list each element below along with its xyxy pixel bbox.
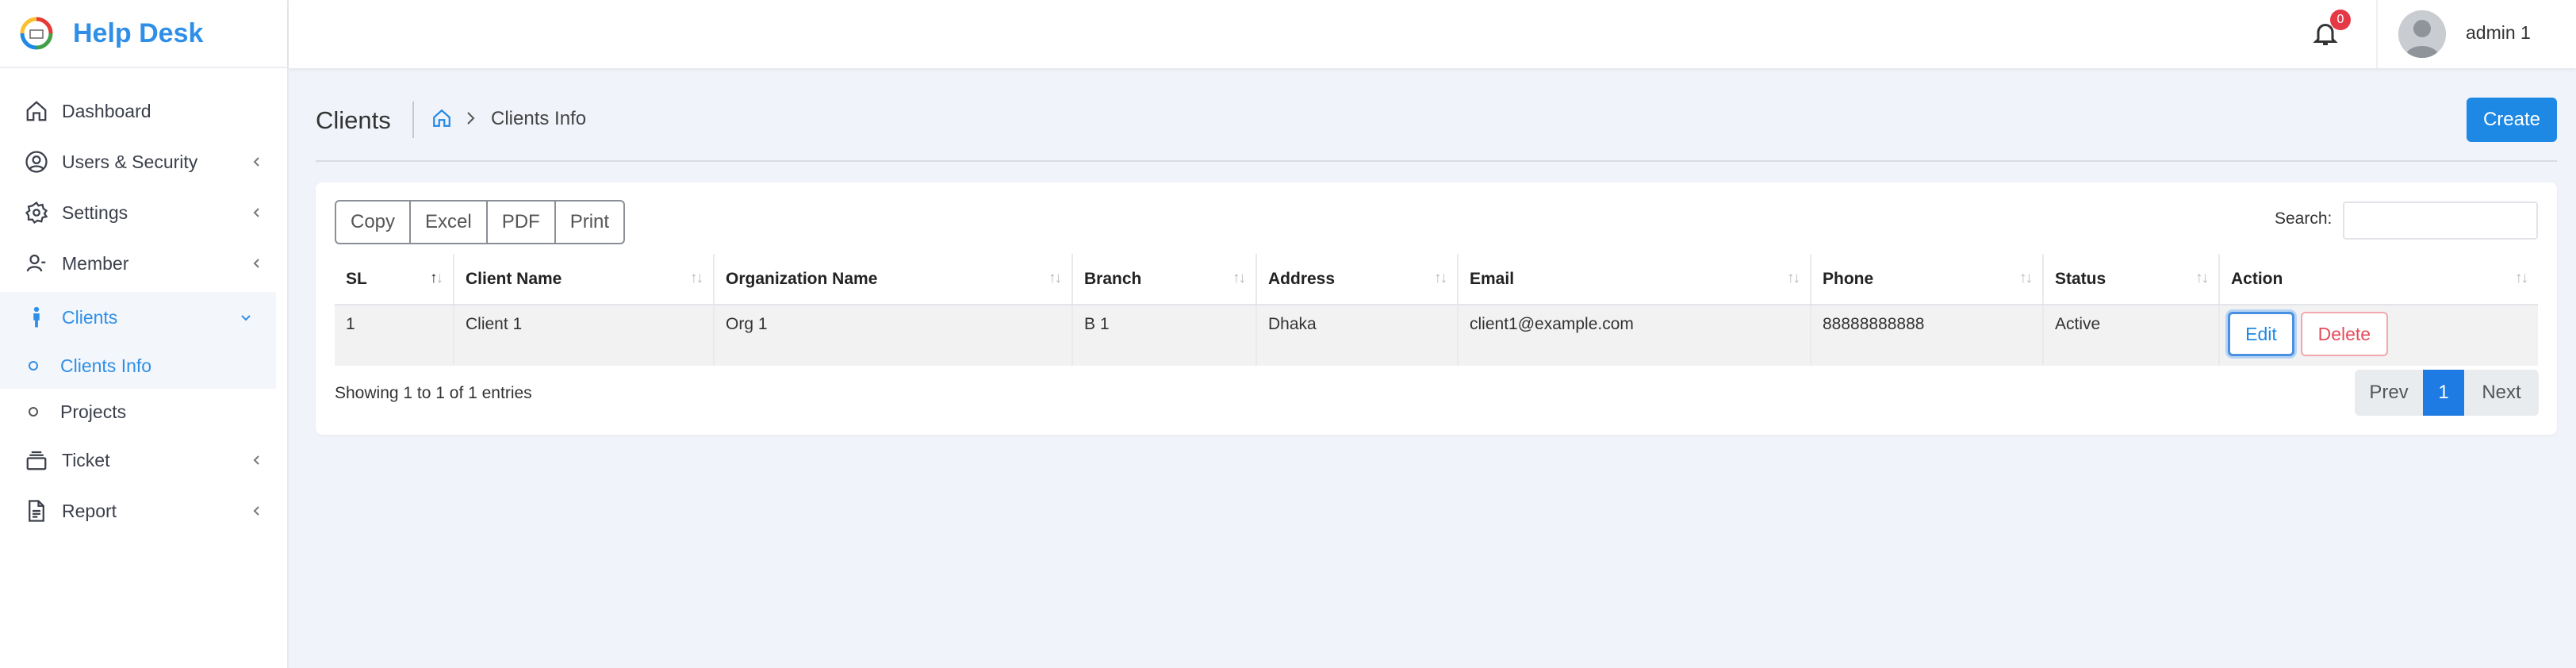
sidebar-nav: Dashboard Users & Security Settings Memb… xyxy=(0,68,287,536)
sidebar-item-clients[interactable]: Clients xyxy=(0,292,276,343)
pdf-button[interactable]: PDF xyxy=(485,200,556,244)
breadcrumb-current: Clients Info xyxy=(491,108,587,129)
cell-address: Dhaka xyxy=(1256,305,1459,366)
column-header-phone[interactable]: Phone ↑↓ xyxy=(1811,254,2044,305)
table-header-row: SL ↑↓ Client Name ↑↓ Organization Name ↑↓ B… xyxy=(335,254,2538,305)
divider xyxy=(2376,0,2378,68)
sort-icon: ↑↓ xyxy=(2019,270,2033,286)
sidebar-item-member[interactable]: Member xyxy=(0,238,287,289)
column-header-address[interactable]: Address ↑↓ xyxy=(1256,254,1459,305)
table-row: 1 Client 1 Org 1 B 1 Dhaka client1@examp… xyxy=(335,305,2538,366)
cell-organization: Org 1 xyxy=(714,305,1073,366)
search-label: Search: xyxy=(2275,209,2333,228)
person-standing-icon xyxy=(24,305,49,330)
sidebar-item-label: Member xyxy=(62,252,129,274)
sidebar-subitem-projects[interactable]: Projects xyxy=(0,389,287,435)
column-header-email[interactable]: Email ↑↓ xyxy=(1458,254,1811,305)
cell-email: client1@example.com xyxy=(1458,305,1811,366)
sidebar-subitem-label: Projects xyxy=(60,401,127,422)
cell-action: Edit Delete xyxy=(2219,305,2538,366)
sidebar-item-label: Ticket xyxy=(62,449,110,470)
chevron-left-icon xyxy=(253,259,259,268)
copy-button[interactable]: Copy xyxy=(335,200,412,244)
sidebar-item-label: Report xyxy=(62,500,117,521)
sort-icon: ↑↓ xyxy=(1787,270,1800,286)
sort-icon: ↑↓ xyxy=(1434,270,1447,286)
column-header-sl[interactable]: SL ↑↓ xyxy=(335,254,454,305)
chevron-left-icon xyxy=(253,157,259,167)
divider xyxy=(316,160,2557,162)
sidebar-subitem-label: Clients Info xyxy=(60,355,152,376)
person-icon xyxy=(24,251,49,276)
print-button[interactable]: Print xyxy=(554,200,626,244)
pagination: Prev 1 Next xyxy=(2355,370,2539,416)
sort-icon: ↑↓ xyxy=(1232,270,1246,286)
sidebar: Help Desk Dashboard Users & Security Set… xyxy=(0,0,289,668)
brand[interactable]: Help Desk xyxy=(0,0,287,68)
excel-button[interactable]: Excel xyxy=(409,200,488,244)
chevron-left-icon xyxy=(253,506,259,516)
home-icon[interactable] xyxy=(431,108,452,129)
clients-table: SL ↑↓ Client Name ↑↓ Organization Name ↑↓ B… xyxy=(335,254,2538,366)
sidebar-item-settings[interactable]: Settings xyxy=(0,187,287,238)
chevron-left-icon xyxy=(253,455,259,465)
export-buttons: Copy Excel PDF Print xyxy=(335,200,626,244)
sort-icon: ↑↓ xyxy=(2195,270,2209,286)
helpdesk-logo xyxy=(20,17,53,50)
column-header-client-name[interactable]: Client Name ↑↓ xyxy=(454,254,715,305)
notification-badge: 0 xyxy=(2330,10,2351,30)
create-button[interactable]: Create xyxy=(2467,98,2557,142)
chevron-left-icon xyxy=(253,208,259,217)
clients-card: Copy Excel PDF Print Search: SL ↑↓ Client… xyxy=(316,182,2557,435)
search-input[interactable] xyxy=(2343,202,2538,240)
prev-page-button[interactable]: Prev xyxy=(2355,370,2423,416)
chevron-right-icon xyxy=(467,112,475,125)
gear-icon xyxy=(24,200,49,225)
circle-icon xyxy=(29,361,38,370)
username[interactable]: admin 1 xyxy=(2466,22,2531,44)
sort-icon: ↑↓ xyxy=(2515,270,2528,286)
column-header-organization-name[interactable]: Organization Name ↑↓ xyxy=(714,254,1073,305)
cell-phone: 88888888888 xyxy=(1811,305,2044,366)
avatar[interactable] xyxy=(2398,10,2446,58)
edit-button[interactable]: Edit xyxy=(2228,312,2294,356)
stack-icon xyxy=(24,447,49,473)
sidebar-item-users-security[interactable]: Users & Security xyxy=(0,136,287,187)
page-1-button[interactable]: 1 xyxy=(2423,370,2464,416)
sort-icon: ↑↓ xyxy=(1048,270,1062,286)
next-page-button[interactable]: Next xyxy=(2464,370,2539,416)
home-icon xyxy=(24,98,49,124)
sidebar-item-label: Users & Security xyxy=(62,151,198,172)
cell-status: Active xyxy=(2043,305,2220,366)
column-header-branch[interactable]: Branch ↑↓ xyxy=(1072,254,1257,305)
cell-client-name: Client 1 xyxy=(454,305,715,366)
title-separator xyxy=(412,102,414,138)
sort-asc-icon: ↑↓ xyxy=(430,270,443,286)
document-icon xyxy=(24,498,49,524)
sidebar-item-label: Dashboard xyxy=(62,100,151,121)
sidebar-item-ticket[interactable]: Ticket xyxy=(0,435,287,486)
chevron-down-icon xyxy=(241,315,251,321)
sidebar-item-dashboard[interactable]: Dashboard xyxy=(0,86,287,136)
sort-icon: ↑↓ xyxy=(690,270,703,286)
page-title: Clients xyxy=(316,106,391,134)
user-circle-icon xyxy=(24,149,49,175)
brand-title: Help Desk xyxy=(73,17,204,48)
sidebar-item-label: Clients xyxy=(62,306,118,328)
delete-button[interactable]: Delete xyxy=(2300,312,2388,356)
topbar: 0 admin 1 xyxy=(289,0,2576,68)
column-header-status[interactable]: Status ↑↓ xyxy=(2043,254,2220,305)
cell-branch: B 1 xyxy=(1072,305,1257,366)
sidebar-subitem-clients-info[interactable]: Clients Info xyxy=(0,343,276,389)
entries-info: Showing 1 to 1 of 1 entries xyxy=(335,384,532,402)
circle-icon xyxy=(29,407,38,417)
cell-sl: 1 xyxy=(335,305,454,366)
column-header-action[interactable]: Action ↑↓ xyxy=(2219,254,2538,305)
sidebar-item-label: Settings xyxy=(62,202,128,223)
sidebar-item-report[interactable]: Report xyxy=(0,486,287,536)
